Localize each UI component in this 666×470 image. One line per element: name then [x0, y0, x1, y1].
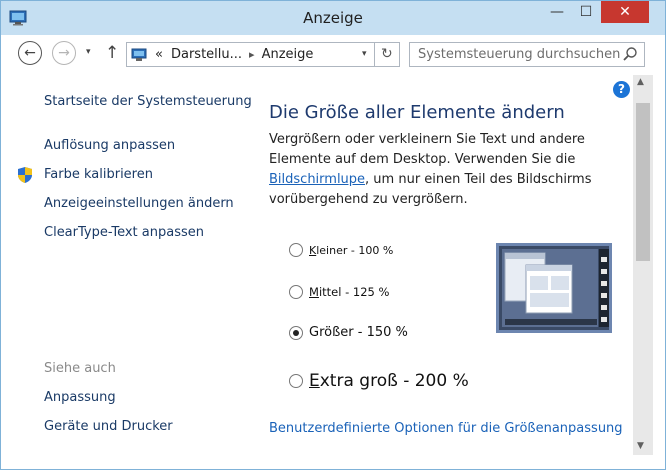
- sidebar-item-cleartype[interactable]: ClearType-Text anpassen: [44, 225, 204, 240]
- see-also-heading: Siehe auch: [44, 361, 116, 376]
- page-title: Die Größe aller Elemente ändern: [269, 102, 565, 123]
- option-extra-large-label[interactable]: Extra groß - 200 %: [309, 371, 469, 391]
- breadcrumb-item-darstellung[interactable]: Darstellu...: [171, 47, 242, 62]
- minimize-button[interactable]: —: [543, 1, 571, 23]
- radio-extra-large[interactable]: [289, 374, 303, 388]
- breadcrumb-item-anzeige[interactable]: Anzeige: [262, 47, 314, 62]
- forward-button[interactable]: →: [52, 41, 76, 65]
- option-medium-label[interactable]: Mittel - 125 %: [309, 285, 389, 299]
- display-preview-icon: [496, 243, 612, 333]
- control-panel-icon: [131, 48, 147, 61]
- search-icon[interactable]: [622, 46, 638, 62]
- uac-shield-icon: [18, 167, 32, 183]
- content-area: ? ▲ ▼ Startseite der Systemsteuerung Auf…: [1, 75, 665, 469]
- radio-smaller[interactable]: [289, 243, 303, 257]
- refresh-button[interactable]: ↻: [381, 46, 393, 62]
- scroll-down-arrow-icon[interactable]: ▼: [637, 441, 644, 451]
- option-medium[interactable]: Mittel - 125 %: [289, 285, 389, 299]
- breadcrumb-separator[interactable]: ▸: [249, 48, 255, 61]
- scroll-up-arrow-icon[interactable]: ▲: [637, 77, 644, 87]
- radio-medium[interactable]: [289, 285, 303, 299]
- breadcrumb-overflow[interactable]: «: [155, 47, 163, 62]
- sidebar-item-display-settings[interactable]: Anzeigeeinstellungen ändern: [44, 196, 234, 211]
- address-bar[interactable]: « Darstellu... ▸ Anzeige ▾ ↻: [126, 42, 400, 67]
- magnifier-link[interactable]: Bildschirmlupe: [269, 172, 365, 187]
- option-larger[interactable]: Größer - 150 %: [289, 325, 408, 340]
- up-button[interactable]: ↑: [105, 43, 119, 63]
- back-button[interactable]: ←: [18, 41, 42, 65]
- recent-locations-dropdown[interactable]: ▾: [86, 47, 91, 57]
- sidebar-item-calibrate-color[interactable]: Farbe kalibrieren: [44, 167, 153, 182]
- description-text: Vergrößern oder verkleinern Sie Text und…: [269, 130, 614, 210]
- see-also-personalization[interactable]: Anpassung: [44, 390, 116, 405]
- help-icon[interactable]: ?: [613, 81, 630, 98]
- sidebar-item-resolution[interactable]: Auflösung anpassen: [44, 138, 175, 153]
- option-larger-label[interactable]: Größer - 150 %: [309, 325, 408, 340]
- maximize-button[interactable]: ☐: [572, 1, 600, 23]
- option-smaller[interactable]: Kleiner - 100 %: [289, 243, 393, 257]
- description-part-1: Vergrößern oder verkleinern Sie Text und…: [269, 132, 585, 167]
- sidebar-home-link[interactable]: Startseite der Systemsteuerung: [44, 94, 252, 109]
- navigation-bar: ← → ▾ ↑ « Darstellu... ▸ Anzeige ▾ ↻ Sys…: [1, 35, 665, 75]
- address-divider: [374, 43, 375, 66]
- window: Anzeige — ☐ ✕ ← → ▾ ↑ « Darstellu... ▸ A…: [0, 0, 666, 470]
- scroll-thumb[interactable]: [636, 103, 650, 261]
- search-input[interactable]: Systemsteuerung durchsuchen: [409, 42, 645, 67]
- option-smaller-label[interactable]: Kleiner - 100 %: [309, 244, 393, 257]
- address-dropdown[interactable]: ▾: [362, 49, 367, 59]
- title-bar: Anzeige — ☐ ✕: [1, 1, 665, 35]
- see-also-devices-printers[interactable]: Geräte und Drucker: [44, 419, 173, 434]
- custom-sizing-options-link[interactable]: Benutzerdefinierte Optionen für die Größ…: [269, 421, 623, 436]
- radio-larger[interactable]: [289, 325, 303, 340]
- vertical-scrollbar[interactable]: ▲ ▼: [633, 75, 653, 455]
- search-placeholder: Systemsteuerung durchsuchen: [418, 47, 621, 62]
- close-button[interactable]: ✕: [601, 1, 649, 23]
- option-extra-large[interactable]: Extra groß - 200 %: [289, 371, 469, 391]
